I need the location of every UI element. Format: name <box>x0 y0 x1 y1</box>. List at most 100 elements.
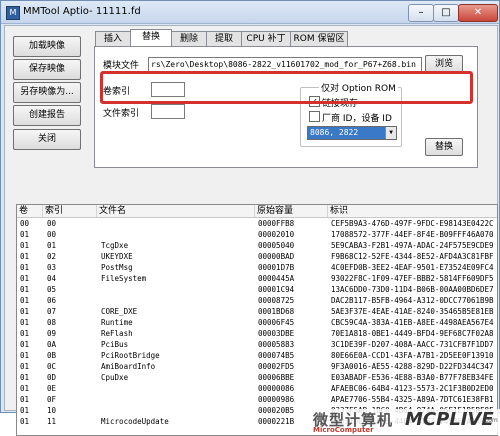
table-cell: 00006BBE <box>258 373 295 382</box>
table-cell: 0000FFB8 <box>258 219 295 228</box>
minimize-icon: – <box>418 7 424 18</box>
tab-rom-hole[interactable]: ROM 保留区 <box>290 31 348 46</box>
table-cell: AFAEBC06-64B4-4123-5573-2C1F3B0D2ED0 <box>331 384 494 393</box>
col-index[interactable]: 索引 <box>43 205 97 217</box>
table-row[interactable]: 01 0F 00000986 APAE7706-55B4-4325-A89A-7DTC… <box>17 394 497 405</box>
close-window-button[interactable]: ✕ <box>458 4 498 22</box>
table-row[interactable]: 01 03 PostMsg 00001D7B 4C0EFD0B-3EE2-4EAF-95… <box>17 262 497 273</box>
tab-cpu-patch[interactable]: CPU 补丁 <box>241 31 291 46</box>
table-cell: 01 <box>20 340 30 349</box>
create-report-button[interactable]: 创建报告 <box>13 105 81 126</box>
tab-replace[interactable]: 替换 <box>130 29 172 47</box>
table-cell: 01 <box>20 274 30 283</box>
table-cell: 06 <box>47 296 57 305</box>
maximize-button[interactable]: □ <box>433 4 459 22</box>
table-row[interactable]: 01 06 00008725 DAC2B117-B5FB-4964-A312-0DCC… <box>17 295 497 306</box>
file-index-field[interactable] <box>151 104 185 119</box>
minimize-button[interactable]: – <box>408 4 434 22</box>
table-cell: 07 <box>47 307 57 316</box>
table-cell: 00002FD5 <box>258 362 295 371</box>
table-cell: F9B68C12-52FE-4344-8E52-AFD4A3C81FBF <box>331 252 494 261</box>
table-cell: 0F <box>47 395 57 404</box>
vendor-device-value: 8086, 2822 <box>310 128 359 137</box>
table-cell: PciBus <box>101 340 129 349</box>
table-cell: APAE7706-55B4-4325-A89A-7DTC61E38FB1 <box>331 395 494 404</box>
table-row[interactable]: 01 0B PciRootBridge 000074B5 80E66E0A-CCD1-4… <box>17 350 497 361</box>
table-cell: TcgDxe <box>101 241 129 250</box>
table-cell: 70E1A818-0BE1-4449-BFD4-9EF68C7F02A8 <box>331 329 494 338</box>
table-cell: CBC59C4A-383A-41EB-A8EE-4498AEA567E4 <box>331 318 494 327</box>
table-cell: FileSystem <box>101 274 147 283</box>
tab-extract[interactable]: 提取 <box>206 31 242 46</box>
replace-button[interactable]: 替换 <box>425 138 463 156</box>
col-guid[interactable]: 标识 <box>328 205 497 217</box>
app-window: M MMTool Aptio- 11111.fd – □ ✕ 加载映像 保存映像… <box>0 0 500 436</box>
table-cell: 00008725 <box>258 296 295 305</box>
table-cell: 3C1DE39F-D207-408A-AACC-731CFB7F1DD7 <box>331 340 494 349</box>
col-original-size[interactable]: 原始容量 <box>255 205 328 217</box>
table-cell: 01 <box>20 318 30 327</box>
close-button[interactable]: 关闭 <box>13 129 81 150</box>
table-row[interactable]: 01 0D CpuDxe 00006BBE E03ABADF-E536-4E88-B3A… <box>17 372 497 383</box>
table-cell: 9F3A0016-AE55-4288-829D-D22FD344C347 <box>331 362 494 371</box>
table-cell: 10 <box>47 406 57 415</box>
table-cell: 000074B5 <box>258 351 295 360</box>
col-volume[interactable]: 卷 <box>17 205 43 217</box>
table-row[interactable]: 00 00 0000FFB8 CEF5B9A3-476D-497F-9FDC-E981… <box>17 218 497 229</box>
table-cell: 01 <box>20 241 30 250</box>
save-image-button[interactable]: 保存映像 <box>13 59 81 80</box>
table-row[interactable]: 01 0C AmiBoardInfo 00002FD5 9F3A0016-AE55-42… <box>17 361 497 372</box>
module-file-label: 模块文件 <box>103 61 140 71</box>
table-row[interactable]: 01 09 ReFlash 00003DBE 70E1A818-0BE1-4449-BF… <box>17 328 497 339</box>
module-table[interactable]: 卷 索引 文件名 原始容量 标识 00 00 0000FFB8 CEF5B9A3-47… <box>16 204 498 436</box>
table-cell: 80E66E0A-CCD1-43FA-A7B1-2D5EE0F13910 <box>331 351 494 360</box>
vendor-device-label: 厂商 ID，设备 ID <box>322 114 392 124</box>
module-file-field[interactable]: rs\Zero\Desktop\8086-2822_v11601702_mod_… <box>148 57 422 72</box>
table-cell: 0B <box>47 351 57 360</box>
col-filename[interactable]: 文件名 <box>97 205 255 217</box>
table-cell: 00 <box>20 219 30 228</box>
tab-delete[interactable]: 删除 <box>171 31 207 46</box>
table-cell: MicrocodeUpdate <box>101 417 169 426</box>
close-icon: ✕ <box>473 7 483 18</box>
vendor-device-select[interactable]: 8086, 2822 ▼ <box>307 126 397 140</box>
table-cell: 01 <box>20 296 30 305</box>
watermark-logo: MCPLIVE <box>405 409 494 430</box>
table-cell: 00005883 <box>258 340 295 349</box>
save-image-as-button[interactable]: 另存映像为... <box>13 82 81 103</box>
highlight-annotation <box>100 71 473 104</box>
table-cell: 5AE3F37E-4EAE-41AE-8240-35465B5E81EB <box>331 307 494 316</box>
title-bar[interactable]: M MMTool Aptio- 11111.fd – □ ✕ <box>1 1 499 24</box>
maximize-icon: □ <box>441 7 451 18</box>
table-cell: 04 <box>47 274 57 283</box>
table-cell: 01 <box>20 307 30 316</box>
table-row[interactable]: 01 08 Runtime 00006F45 CBC59C4A-383A-41EB-A8… <box>17 317 497 328</box>
vendor-device-checkbox[interactable] <box>309 111 320 122</box>
chevron-down-icon: ▼ <box>385 127 396 139</box>
table-cell: 01 <box>20 263 30 272</box>
load-image-button[interactable]: 加载映像 <box>13 36 81 57</box>
table-cell: PostMsg <box>101 263 133 272</box>
client-area: 加载映像 保存映像 另存映像为... 创建报告 关闭 插入 替换 删除 提取 C… <box>4 25 500 436</box>
table-cell: 01 <box>20 351 30 360</box>
table-row[interactable]: 01 0A PciBus 00005883 3C1DE39F-D207-408A-AAC… <box>17 339 497 350</box>
table-cell: DAC2B117-B5FB-4964-A312-0DCC77061B9B <box>331 296 494 305</box>
table-row[interactable]: 01 07 CORE_DXE 0001BD68 5AE3F37E-4EAE-41AE-8… <box>17 306 497 317</box>
table-cell: 01 <box>20 329 30 338</box>
table-cell: 0000445A <box>258 274 295 283</box>
table-cell: CORE_DXE <box>101 307 138 316</box>
tab-insert[interactable]: 插入 <box>95 31 131 46</box>
table-row[interactable]: 01 01 TcgDxe 00005040 5E9CABA3-F2B1-497A-ADA… <box>17 240 497 251</box>
replace-panel: 模块文件 rs\Zero\Desktop\8086-2822_v11601702… <box>94 46 478 168</box>
table-cell: 00000986 <box>258 395 295 404</box>
table-row[interactable]: 01 04 FileSystem 0000445A 93022F8C-1F09-47EF… <box>17 273 497 284</box>
table-cell: 01 <box>20 406 30 415</box>
table-cell: 02 <box>47 252 57 261</box>
table-row[interactable]: 01 00 00002010 17088572-377F-44EF-8F4E-B09F… <box>17 229 497 240</box>
table-cell: CEF5B9A3-476D-497F-9FDC-E98143E0422C <box>331 219 494 228</box>
table-row[interactable]: 01 02 UKEYDXE 00000BAD F9B68C12-52FE-4344-8E… <box>17 251 497 262</box>
table-row[interactable]: 01 0E 00000086 AFAEBC06-64B4-4123-5573-2C1F… <box>17 383 497 394</box>
table-row[interactable]: 01 05 00001C94 13AC6DD0-73D0-11D4-B06B-00AA… <box>17 284 497 295</box>
table-cell: 00000BAD <box>258 252 295 261</box>
table-cell: 0A <box>47 340 57 349</box>
